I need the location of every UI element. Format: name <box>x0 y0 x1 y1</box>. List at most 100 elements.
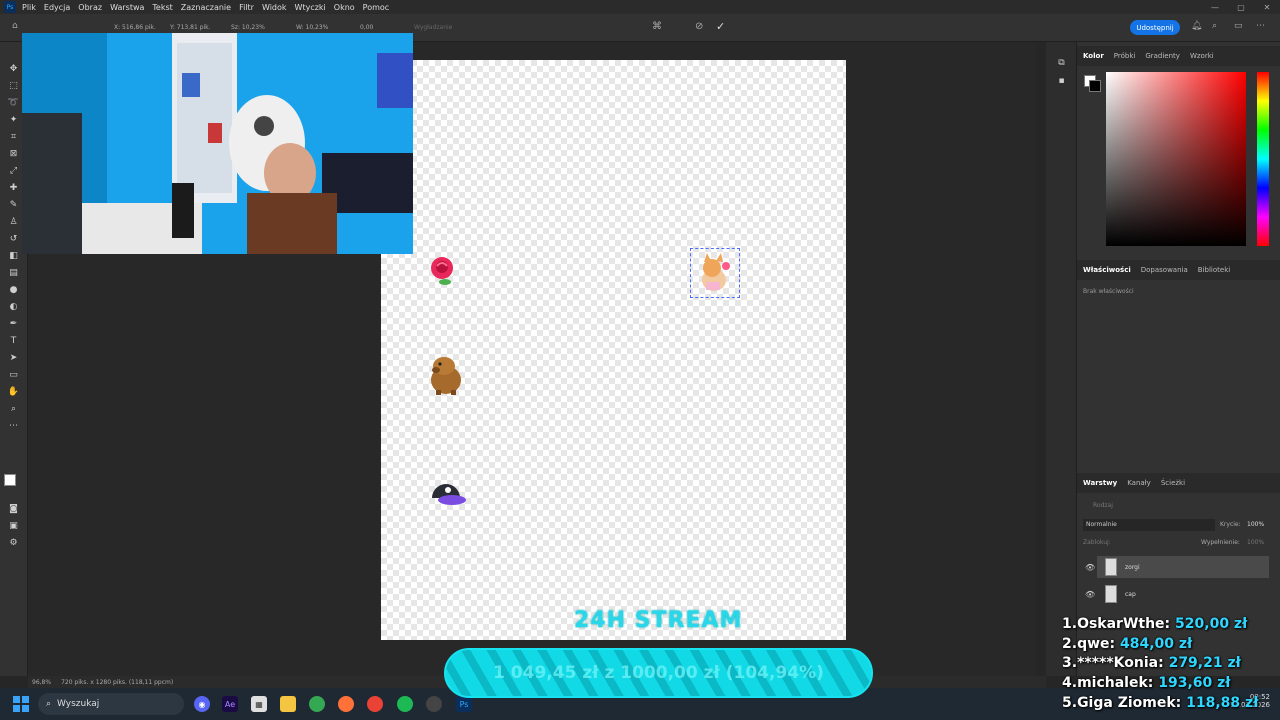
layer-row[interactable]: 👁︎ cap <box>1085 583 1269 605</box>
menu-item-layer[interactable]: Warstwa <box>110 3 144 12</box>
dodge-tool-icon[interactable]: ◐ <box>7 300 20 313</box>
blend-mode-select[interactable]: Normalnie <box>1083 519 1215 531</box>
menu-item-image[interactable]: Obraz <box>78 3 102 12</box>
search-icon[interactable]: ⌕ <box>1212 21 1217 31</box>
tab-adjustments[interactable]: Dopasowania <box>1141 266 1188 274</box>
spotify-icon[interactable] <box>397 696 413 712</box>
firefox-icon[interactable] <box>338 696 354 712</box>
bell-icon[interactable]: 🔔︎ <box>1191 21 1202 31</box>
hue-slider[interactable] <box>1257 72 1269 246</box>
workspace-icon[interactable]: ▭ <box>1234 21 1243 31</box>
edit-toolbar-icon[interactable]: ⚙ <box>7 536 20 549</box>
width-field[interactable]: Sz: 10,23% <box>231 24 265 31</box>
menu-item-help[interactable]: Pomoc <box>363 3 390 12</box>
visibility-eye-icon[interactable]: 👁︎ <box>1085 590 1095 599</box>
after-effects-icon[interactable]: Ae <box>222 696 238 712</box>
screen-mode-icon[interactable]: ▣ <box>7 519 20 532</box>
quick-mask-icon[interactable]: ◙ <box>7 502 20 515</box>
brush-tool-icon[interactable]: ✎ <box>7 198 20 211</box>
healing-tool-icon[interactable]: ✚ <box>7 181 20 194</box>
maximize-icon[interactable]: ▢ <box>1228 0 1254 14</box>
bg-swatch-small[interactable] <box>1089 80 1101 92</box>
lock-label: Zablokuj: <box>1083 539 1111 546</box>
height-field[interactable]: W: 10,23% <box>296 24 328 31</box>
chrome-icon[interactable] <box>309 696 325 712</box>
history-brush-tool-icon[interactable]: ↺ <box>7 232 20 245</box>
tab-libraries[interactable]: Biblioteki <box>1198 266 1230 274</box>
pen-tool-icon[interactable]: ✒ <box>7 317 20 330</box>
corgi-sticker[interactable] <box>692 250 738 296</box>
color-picker-field[interactable] <box>1106 72 1246 246</box>
zoom-tool-icon[interactable]: ⌕ <box>7 402 20 415</box>
photoshop-logo-icon[interactable]: Ps <box>4 1 16 13</box>
interpolation-select[interactable]: Wygładzanie <box>414 24 452 31</box>
rose-sticker[interactable] <box>425 252 461 288</box>
menu-item-edit[interactable]: Edycja <box>44 3 70 12</box>
y-field[interactable]: Y: 713,81 pik. <box>170 24 211 31</box>
tab-patterns[interactable]: Wzorki <box>1190 52 1214 60</box>
shape-tool-icon[interactable]: ▭ <box>7 368 20 381</box>
photoshop-taskbar-icon[interactable]: Ps <box>456 696 472 712</box>
x-field[interactable]: X: 516,86 pik. <box>114 24 156 31</box>
tab-color[interactable]: Kolor <box>1083 52 1104 60</box>
marquee-tool-icon[interactable]: ⬚ <box>7 79 20 92</box>
document-info[interactable]: 720 piks. x 1280 piks. (118,11 ppcm) <box>61 679 173 686</box>
share-button[interactable]: Udostępnij <box>1130 20 1180 35</box>
tab-paths[interactable]: Ścieżki <box>1161 479 1185 487</box>
history-panel-icon[interactable]: ⧉ <box>1055 56 1068 69</box>
cancel-transform-icon[interactable]: ⊘ <box>695 21 703 32</box>
commit-transform-icon[interactable]: ✓ <box>716 20 725 33</box>
foreground-color-swatch[interactable] <box>4 474 16 486</box>
warp-icon[interactable]: ⌘ <box>652 21 662 32</box>
folder-icon[interactable] <box>280 696 296 712</box>
opacity-value[interactable]: 100% <box>1247 521 1264 528</box>
type-tool-icon[interactable]: T <box>7 334 20 347</box>
comments-panel-icon[interactable]: ▪ <box>1055 74 1068 87</box>
path-selection-tool-icon[interactable]: ➤ <box>7 351 20 364</box>
eraser-tool-icon[interactable]: ◧ <box>7 249 20 262</box>
stamp-tool-icon[interactable]: ♙ <box>7 215 20 228</box>
blur-tool-icon[interactable]: ● <box>7 283 20 296</box>
minimize-icon[interactable]: — <box>1202 0 1228 14</box>
chrome-profile-icon[interactable] <box>367 696 383 712</box>
gradient-tool-icon[interactable]: ▤ <box>7 266 20 279</box>
document-canvas[interactable] <box>381 60 846 640</box>
obs-icon[interactable] <box>426 696 442 712</box>
visibility-eye-icon[interactable]: 👁︎ <box>1085 563 1095 572</box>
close-icon[interactable]: ✕ <box>1254 0 1280 14</box>
more-tools-icon[interactable]: ⋯ <box>7 419 20 432</box>
tab-channels[interactable]: Kanały <box>1127 479 1151 487</box>
menu-item-type[interactable]: Tekst <box>152 3 172 12</box>
taskbar-search[interactable]: ⌕ Wyszukaj <box>38 693 184 715</box>
store-icon[interactable]: ▦ <box>251 696 267 712</box>
home-icon[interactable]: ⌂ <box>12 21 18 31</box>
menu-item-select[interactable]: Zaznaczanie <box>181 3 231 12</box>
tab-swatches[interactable]: Próbki <box>1114 52 1136 60</box>
properties-empty-text: Brak właściwości <box>1083 288 1134 295</box>
lasso-tool-icon[interactable]: ➰ <box>7 96 20 109</box>
magic-wand-tool-icon[interactable]: ✦ <box>7 113 20 126</box>
capybara-sticker[interactable] <box>426 352 466 396</box>
windows-start-icon[interactable] <box>13 696 29 712</box>
more-icon[interactable]: ⋯ <box>1256 21 1265 31</box>
hand-tool-icon[interactable]: ✋ <box>7 385 20 398</box>
angle-field[interactable]: 0,00 <box>360 24 373 31</box>
menu-item-filter[interactable]: Filtr <box>239 3 254 12</box>
discord-icon[interactable]: ◉ <box>194 696 210 712</box>
crop-tool-icon[interactable]: ⌗ <box>7 130 20 143</box>
move-tool-icon[interactable]: ✥ <box>7 62 20 75</box>
tab-layers[interactable]: Warstwy <box>1083 479 1117 487</box>
fill-value[interactable]: 100% <box>1247 539 1264 546</box>
layer-row[interactable]: 👁︎ zorgi <box>1085 556 1269 578</box>
eyedropper-tool-icon[interactable]: ⤢ <box>7 164 20 177</box>
tab-properties[interactable]: Właściwości <box>1083 266 1131 274</box>
zoom-level[interactable]: 96,8% <box>32 679 51 686</box>
menu-item-file[interactable]: Plik <box>22 3 36 12</box>
menu-item-plugins[interactable]: Wtyczki <box>295 3 326 12</box>
frame-tool-icon[interactable]: ⊠ <box>7 147 20 160</box>
layer-filter-input[interactable]: Rodzaj <box>1083 502 1163 512</box>
cap-sticker[interactable] <box>428 478 468 510</box>
menu-item-view[interactable]: Widok <box>262 3 287 12</box>
tab-gradients[interactable]: Gradienty <box>1145 52 1180 60</box>
menu-item-window[interactable]: Okno <box>334 3 355 12</box>
